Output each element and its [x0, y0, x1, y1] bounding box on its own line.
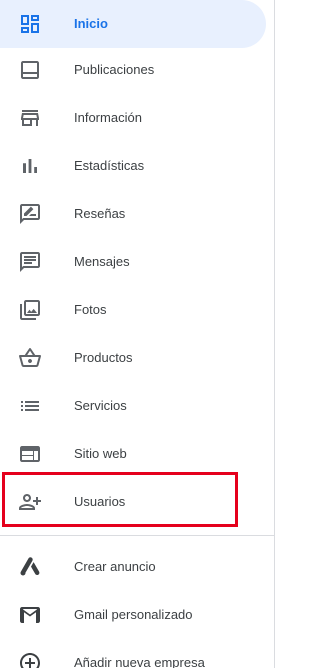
- sidebar-item-label: Mensajes: [74, 254, 130, 269]
- sidebar-item-resenas[interactable]: Reseñas: [0, 190, 266, 238]
- photos-icon: [18, 298, 42, 322]
- sidebar-divider: [0, 535, 274, 536]
- app-frame: Inicio Publicaciones Información Estadís…: [0, 0, 305, 668]
- basket-icon: [18, 346, 42, 370]
- sidebar-item-informacion[interactable]: Información: [0, 94, 266, 142]
- storefront-icon: [18, 106, 42, 130]
- sidebar-item-label: Crear anuncio: [74, 559, 156, 574]
- sidebar-item-label: Productos: [74, 350, 133, 365]
- posts-icon: [18, 58, 42, 82]
- sidebar-item-mensajes[interactable]: Mensajes: [0, 238, 266, 286]
- dashboard-icon: [18, 12, 42, 36]
- sidebar-item-add-business[interactable]: Añadir nueva empresa: [0, 639, 266, 668]
- google-ads-icon: [18, 555, 42, 579]
- sidebar-item-publicaciones[interactable]: Publicaciones: [0, 46, 266, 94]
- sidebar-item-fotos[interactable]: Fotos: [0, 286, 266, 334]
- sidebar-item-estadisticas[interactable]: Estadísticas: [0, 142, 266, 190]
- sidebar-item-label: Publicaciones: [74, 62, 155, 77]
- sidebar-item-label: Inicio: [74, 16, 108, 31]
- sidebar-item-label: Usuarios: [74, 494, 126, 509]
- sidebar-nav: Inicio Publicaciones Información Estadís…: [0, 0, 275, 668]
- message-icon: [18, 250, 42, 274]
- sidebar-item-sitio-web[interactable]: Sitio web: [0, 430, 266, 478]
- sidebar-item-label: Sitio web: [74, 446, 127, 461]
- add-user-icon: [18, 490, 42, 514]
- sidebar-item-gmail[interactable]: Gmail personalizado: [0, 591, 266, 639]
- bar-chart-icon: [18, 154, 42, 178]
- sidebar-item-label: Reseñas: [74, 206, 126, 221]
- list-icon: [18, 394, 42, 418]
- sidebar-item-label: Añadir nueva empresa: [74, 655, 205, 668]
- add-circle-icon: [18, 651, 42, 668]
- sidebar-item-label: Servicios: [74, 398, 127, 413]
- gmail-icon: [18, 603, 42, 627]
- sidebar-item-label: Estadísticas: [74, 158, 145, 173]
- sidebar-item-usuarios[interactable]: Usuarios: [0, 478, 266, 526]
- website-icon: [18, 442, 42, 466]
- sidebar-item-label: Fotos: [74, 302, 107, 317]
- sidebar-item-servicios[interactable]: Servicios: [0, 382, 266, 430]
- review-icon: [18, 202, 42, 226]
- sidebar-item-crear-anuncio[interactable]: Crear anuncio: [0, 543, 266, 591]
- sidebar-item-productos[interactable]: Productos: [0, 334, 266, 382]
- sidebar-item-label: Gmail personalizado: [74, 607, 193, 622]
- sidebar-item-inicio[interactable]: Inicio: [0, 0, 266, 48]
- sidebar-item-label: Información: [74, 110, 142, 125]
